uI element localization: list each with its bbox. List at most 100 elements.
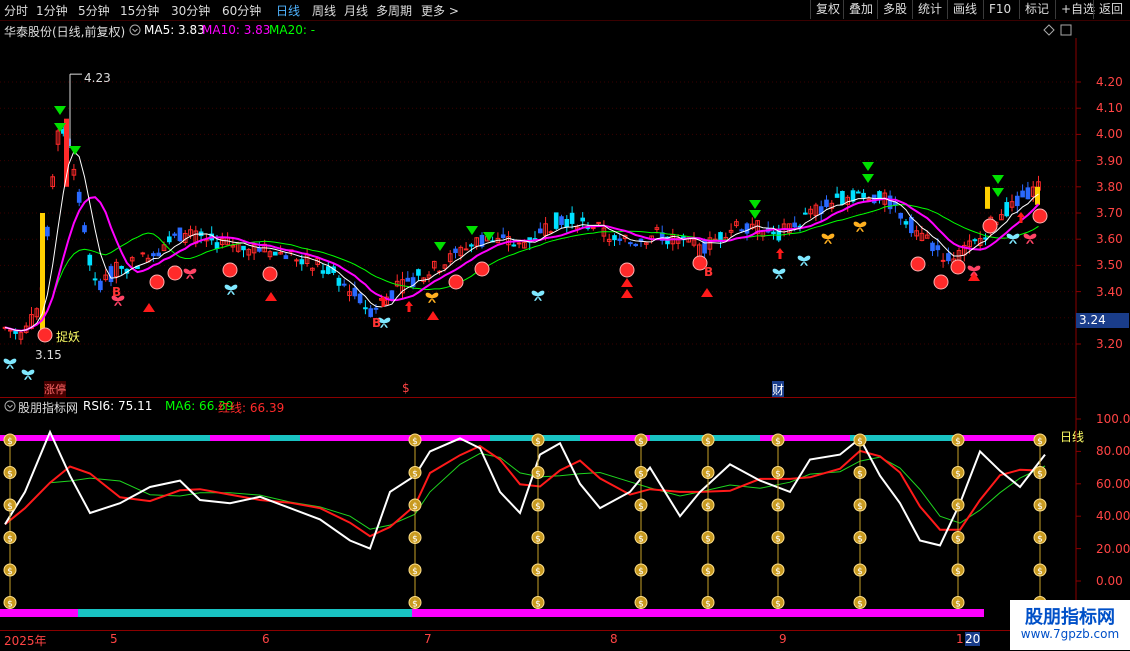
svg-text:$: $ <box>535 437 541 447</box>
low-price-annotation: 3.15 <box>35 348 62 362</box>
overlay-button[interactable]: 叠加 <box>843 0 878 19</box>
rsi-indicator-chart[interactable]: $ $ $ $ $ $ $ $ $ $ $ $ $ $ $ $ $ $ $ $ $ $ $ $ $ $ $ $ $ $ $ $ $ $ $ $ $ $ $ $… <box>0 398 1130 630</box>
stats-button[interactable]: 统计 <box>912 0 947 19</box>
candle-body <box>299 259 305 265</box>
money-bag-icon: $ <box>408 596 422 610</box>
price-chart[interactable] <box>0 38 1130 398</box>
candle-body <box>633 243 639 247</box>
red-up-triangle-icon <box>621 278 633 287</box>
candle-body <box>840 190 845 205</box>
candle-body <box>744 223 750 234</box>
multi-stock-button[interactable]: 多股 <box>877 0 912 19</box>
chou-ball-icon <box>167 265 183 281</box>
candle-body <box>553 212 559 229</box>
indicator-tick-label: 0.00 <box>1096 574 1123 588</box>
butterfly-icon <box>21 369 35 381</box>
candle-body <box>803 212 808 215</box>
f10-button[interactable]: F10 <box>983 0 1016 19</box>
money-bag-icon: $ <box>634 433 648 447</box>
top-signal-bar <box>960 435 1040 441</box>
yellow-candle <box>985 186 990 209</box>
candle-body <box>76 191 82 203</box>
svg-text:$: $ <box>638 470 644 480</box>
diamond-icon[interactable] <box>1043 24 1055 39</box>
candle-body <box>596 221 601 224</box>
indicator-tick-label: 40.00 <box>1096 509 1130 524</box>
square-icon[interactable] <box>1060 24 1072 39</box>
money-bag-icon: $ <box>634 531 648 545</box>
fuquan-button[interactable]: 复权 <box>810 0 845 19</box>
ma5-label: MA5: 3.83 <box>144 23 205 37</box>
money-bag-icon: $ <box>771 498 785 512</box>
svg-text:$: $ <box>412 600 418 610</box>
candle-body <box>538 228 543 234</box>
svg-text:$: $ <box>705 535 711 545</box>
candle-body <box>1025 187 1031 200</box>
candle-body <box>516 242 522 245</box>
svg-text:$: $ <box>535 535 541 545</box>
butterfly-icon <box>183 268 197 280</box>
money-bag-icon: $ <box>408 433 422 447</box>
money-bag-icon: $ <box>408 563 422 577</box>
tab-monthly[interactable]: 月线 <box>344 2 368 19</box>
candle-body <box>405 277 411 282</box>
svg-text:$: $ <box>535 600 541 610</box>
tab-60min[interactable]: 60分钟 <box>222 2 261 19</box>
red-up-arrow-icon <box>405 301 413 312</box>
butterfly-icon <box>772 268 786 280</box>
time-label-aug: 8 <box>610 632 618 646</box>
svg-text:$: $ <box>775 502 781 512</box>
money-bag-icon: $ <box>701 596 715 610</box>
candle-body <box>559 216 564 225</box>
candle-body <box>273 251 278 256</box>
svg-text:$: $ <box>1037 470 1043 480</box>
tab-daily[interactable]: 日线 <box>276 2 300 19</box>
top-signal-bar <box>270 435 300 441</box>
mark-button[interactable]: 标记 <box>1019 0 1054 19</box>
candle-body <box>416 269 421 276</box>
svg-text:$: $ <box>775 437 781 447</box>
draw-line-button[interactable]: 画线 <box>947 0 982 19</box>
money-bag-icon: $ <box>853 498 867 512</box>
svg-text:$: $ <box>7 470 13 480</box>
candle-body <box>352 287 358 297</box>
candle-body <box>8 329 13 332</box>
money-bag-icon: $ <box>531 596 545 610</box>
back-button[interactable]: 返回 <box>1093 0 1128 19</box>
svg-text:$: $ <box>775 600 781 610</box>
candle-body <box>930 242 935 252</box>
svg-text:$: $ <box>535 502 541 512</box>
candle-body <box>98 280 103 291</box>
tab-1min[interactable]: 1分钟 <box>36 2 68 19</box>
dropdown-circle-icon[interactable] <box>129 24 141 39</box>
tab-more[interactable]: 更多 > <box>421 2 459 19</box>
tab-15min[interactable]: 15分钟 <box>120 2 159 19</box>
time-label-jul: 7 <box>424 632 432 646</box>
money-bag-icon: $ <box>531 498 545 512</box>
tab-fenshi[interactable]: 分时 <box>4 2 28 19</box>
tab-5min[interactable]: 5分钟 <box>78 2 110 19</box>
time-label-year: 2025年 <box>4 634 47 648</box>
candle-body <box>1004 202 1010 217</box>
price-tick-label: 4.10 <box>1096 101 1123 116</box>
money-bag-icon: $ <box>531 563 545 577</box>
period-toolbar: 分时 1分钟 5分钟 15分钟 30分钟 60分钟 日线 周线 月线 多周期 更… <box>0 0 1130 21</box>
candle-body <box>946 253 951 262</box>
svg-text:$: $ <box>1037 502 1043 512</box>
money-bag-icon: $ <box>634 596 648 610</box>
svg-text:$: $ <box>775 567 781 577</box>
money-bag-icon: $ <box>771 531 785 545</box>
tab-30min[interactable]: 30分钟 <box>171 2 210 19</box>
red-up-triangle-icon <box>427 311 439 320</box>
bottom-signal-bar <box>412 609 984 617</box>
price-tick-label: 3.20 <box>1096 337 1123 351</box>
red-up-triangle-icon <box>621 289 633 298</box>
svg-text:$: $ <box>857 437 863 447</box>
butterfly-icon <box>531 290 545 302</box>
money-bag-icon: $ <box>1033 498 1047 512</box>
tab-weekly[interactable]: 周线 <box>312 2 336 19</box>
chou-ball-icon <box>910 256 926 272</box>
svg-text:$: $ <box>638 535 644 545</box>
tab-multi-period[interactable]: 多周期 <box>376 2 412 19</box>
svg-text:$: $ <box>412 502 418 512</box>
